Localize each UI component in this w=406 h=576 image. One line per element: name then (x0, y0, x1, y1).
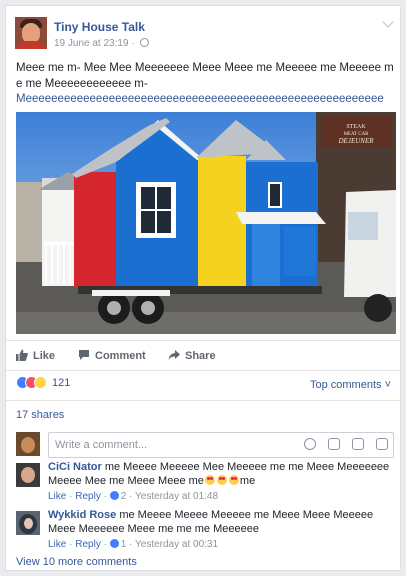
chevron-down-icon[interactable] (382, 16, 394, 28)
divider (6, 340, 400, 341)
comment-composer (6, 425, 400, 461)
heart-eyes-emoji-icon (216, 475, 227, 485)
thumbs-up-icon (16, 349, 28, 361)
reaction-count[interactable]: 121 (52, 377, 70, 389)
commenter-avatar[interactable] (16, 463, 40, 487)
composer-icons (295, 438, 388, 452)
post-card: Tiny House Talk 19 June at 23:19 · Meee … (5, 5, 401, 571)
sign-text: STEAK (346, 124, 366, 130)
sign-text: DEJEUNER (338, 137, 375, 145)
divider (6, 370, 400, 371)
comment-body: Wykkid Rose me Meeee Meeee Meeeee me Mee… (48, 508, 394, 552)
avatar (16, 432, 40, 456)
comment-like-link[interactable]: Like (48, 539, 66, 550)
comment-button[interactable]: Comment (78, 348, 146, 364)
share-arrow-icon (168, 350, 180, 360)
wow-reaction-icon (34, 376, 47, 389)
heart-eyes-emoji-icon (228, 475, 239, 485)
comment-icon (79, 350, 89, 360)
view-more-comments-link[interactable]: View 10 more comments (16, 556, 137, 568)
shares-link[interactable]: 17 shares (16, 409, 64, 421)
commenter-name[interactable]: CiCi Nator (48, 461, 102, 473)
comment-meta: Like · Reply · 2 · Yesterday at 01:48 (48, 491, 219, 502)
like-reaction-icon (109, 539, 119, 548)
post-header: Tiny House Talk 19 June at 23:19 · (6, 6, 400, 54)
comment-like-link[interactable]: Like (48, 491, 66, 502)
post-text-see-more[interactable]: Meeeeeeeeeeeeeeeeeeeeeeeeeeeeeeeeeeeeeee… (16, 92, 394, 108)
comment-meta: Like · Reply · 1 · Yesterday at 00:31 (48, 539, 219, 550)
heart-eyes-emoji-icon (204, 475, 215, 485)
post-photo[interactable]: STEAK MEAT CAR DEJEUNER (16, 112, 396, 334)
like-button[interactable]: Like (16, 348, 55, 364)
emoji-icon[interactable] (303, 438, 316, 450)
action-bar: Like Comment Share (6, 346, 400, 368)
post-text: Meee me m- Mee Mee Meeeeeee Meee Meee me… (16, 61, 394, 108)
comment-text: me (239, 475, 256, 487)
top-comments-dropdown[interactable]: Top comments ˅ (310, 379, 391, 391)
tiny-house-photo: STEAK MEAT CAR DEJEUNER (16, 112, 396, 334)
post-text-line: Meee me m- Mee Mee Meeeeeee Meee Meee me… (16, 62, 394, 90)
share-button[interactable]: Share (168, 348, 216, 364)
globe-icon (140, 38, 150, 47)
page-name-link[interactable]: Tiny House Talk (54, 20, 145, 34)
comment-reply-link[interactable]: Reply (75, 539, 101, 550)
divider (6, 400, 400, 401)
page-avatar[interactable] (15, 17, 47, 49)
post-timestamp[interactable]: 19 June at 23:19 · (54, 38, 150, 49)
commenter-avatar[interactable] (16, 511, 40, 535)
reaction-summary[interactable]: 121 (16, 376, 70, 394)
commenter-name[interactable]: Wykkid Rose (48, 509, 116, 521)
like-reaction-icon (109, 491, 119, 500)
comment-body: CiCi Nator me Meeee Meeeee Mee Meeeee me… (48, 460, 394, 504)
comment-time[interactable]: Yesterday at 01:48 (135, 491, 218, 502)
sticker-icon[interactable] (376, 438, 388, 450)
gif-icon[interactable] (351, 438, 364, 450)
comment-reply-link[interactable]: Reply (75, 491, 101, 502)
comment-time[interactable]: Yesterday at 00:31 (135, 539, 218, 550)
camera-icon[interactable] (327, 438, 340, 450)
